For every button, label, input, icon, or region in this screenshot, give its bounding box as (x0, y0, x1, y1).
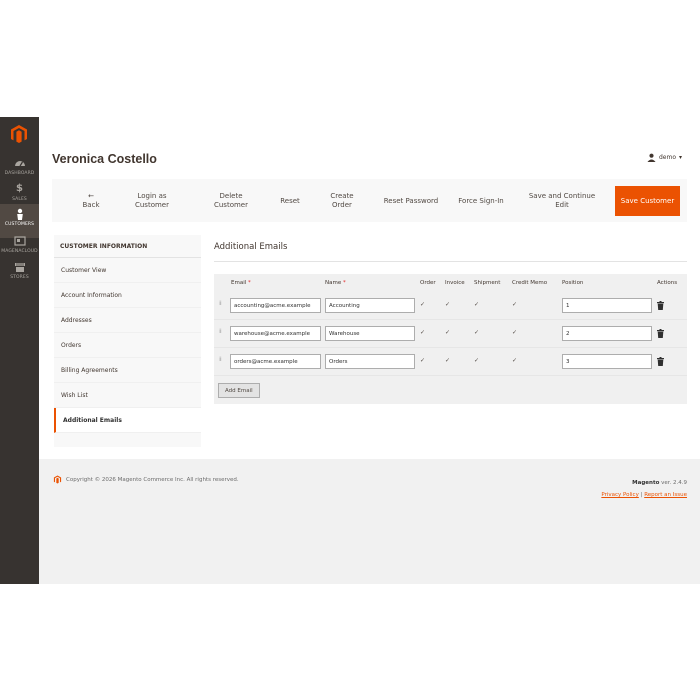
chevron-down-icon: ▾ (678, 154, 682, 161)
order-checkbox[interactable]: ✓ (420, 358, 426, 364)
create-order-button[interactable]: Create Order (322, 186, 362, 216)
col-credit-memo: Credit Memo (512, 280, 548, 286)
shipment-checkbox[interactable]: ✓ (474, 302, 480, 308)
tab-wish-list[interactable]: Wish List (54, 383, 201, 408)
col-email: Email * (231, 280, 251, 286)
copyright-text: Copyright © 2026 Magento Commerce Inc. A… (66, 476, 239, 483)
page-footer: Copyright © 2026 Magento Commerce Inc. A… (39, 459, 700, 584)
privacy-policy-link[interactable]: Privacy Policy (601, 492, 638, 498)
nav-sales-label: SALES (12, 197, 27, 202)
dollar-icon: $ (15, 183, 24, 194)
email-field[interactable]: orders@acme.example (230, 354, 321, 369)
position-field[interactable]: 2 (562, 326, 652, 341)
add-email-button[interactable]: Add Email (218, 383, 260, 398)
footer-version-links: Magento ver. 2.4.9 Privacy Policy | Repo… (601, 477, 687, 501)
tab-billing-agreements[interactable]: Billing Agreements (54, 358, 201, 383)
back-button-label: Back (82, 201, 100, 209)
additional-emails-grid: Email * Name * Order Invoice Shipment Cr… (214, 274, 687, 404)
page-title: Veronica Costello (52, 152, 157, 166)
col-actions: Actions (657, 280, 678, 286)
table-row: ⁞⁞ accounting@acme.example Accounting ✓ … (214, 292, 687, 320)
drag-handle-icon[interactable]: ⁞⁞ (219, 301, 224, 311)
shipment-checkbox[interactable]: ✓ (474, 358, 480, 364)
col-name: Name * (325, 280, 346, 286)
tab-addresses[interactable]: Addresses (54, 308, 201, 333)
grid-header: Email * Name * Order Invoice Shipment Cr… (214, 274, 687, 292)
admin-user-menu[interactable]: demo ▾ (647, 153, 682, 162)
version-line: Magento ver. 2.4.9 (601, 477, 687, 489)
version-text: ver. 2.4.9 (659, 480, 687, 486)
customer-person-icon (16, 208, 23, 220)
admin-username: demo (658, 154, 676, 161)
admin-frame: DASHBOARD $ SALES CUSTOMERS MAGENACLOUD (0, 117, 700, 584)
nav-customers-label: CUSTOMERS (4, 222, 35, 227)
back-button[interactable]: ← Back (72, 186, 110, 216)
trash-icon[interactable] (657, 301, 664, 310)
order-checkbox[interactable]: ✓ (420, 330, 426, 336)
login-as-customer-button[interactable]: Login as Customer (127, 186, 177, 216)
save-and-continue-button[interactable]: Save and Continue Edit (522, 186, 602, 216)
col-invoice: Invoice (445, 280, 465, 286)
main-area: Veronica Costello demo ▾ ← Back Login as… (39, 117, 700, 584)
cloud-icon (13, 236, 26, 246)
credit-memo-checkbox[interactable]: ✓ (512, 302, 518, 308)
position-field[interactable]: 1 (562, 298, 652, 313)
save-customer-button[interactable]: Save Customer (615, 186, 680, 216)
tab-orders[interactable]: Orders (54, 333, 201, 358)
additional-emails-section: Additional Emails Email * Name * Order I… (214, 235, 687, 404)
name-field[interactable]: Orders (325, 354, 415, 369)
drag-handle-icon[interactable]: ⁞⁞ (219, 329, 224, 339)
reset-password-button[interactable]: Reset Password (382, 186, 440, 216)
force-sign-in-button[interactable]: Force Sign-In (452, 186, 510, 216)
nav-stores-label: STORES (10, 275, 29, 280)
order-checkbox[interactable]: ✓ (420, 302, 426, 308)
shipment-checkbox[interactable]: ✓ (474, 330, 480, 336)
report-issue-link[interactable]: Report an Issue (644, 492, 687, 498)
section-title: Additional Emails (214, 235, 687, 262)
admin-sidebar: DASHBOARD $ SALES CUSTOMERS MAGENACLOUD (0, 117, 39, 584)
trash-icon[interactable] (657, 329, 664, 338)
drag-handle-icon[interactable]: ⁞⁞ (219, 357, 224, 367)
email-field[interactable]: warehouse@acme.example (230, 326, 321, 341)
email-field[interactable]: accounting@acme.example (230, 298, 321, 313)
delete-customer-button[interactable]: Delete Customer (204, 186, 258, 216)
customer-info-heading: CUSTOMER INFORMATION (54, 235, 201, 258)
credit-memo-checkbox[interactable]: ✓ (512, 358, 518, 364)
page-actions-toolbar: ← Back Login as Customer Delete Customer… (52, 179, 687, 222)
invoice-checkbox[interactable]: ✓ (445, 358, 451, 364)
nav-magenacloud-label: MAGENACLOUD (1, 249, 38, 254)
magento-logo-icon (53, 475, 62, 484)
nav-stores[interactable]: STORES (0, 257, 39, 291)
magento-logo-icon[interactable] (9, 124, 29, 144)
footer-links: Privacy Policy | Report an Issue (601, 489, 687, 501)
tab-additional-emails[interactable]: Additional Emails (54, 408, 201, 433)
trash-icon[interactable] (657, 357, 664, 366)
tab-account-information[interactable]: Account Information (54, 283, 201, 308)
invoice-checkbox[interactable]: ✓ (445, 302, 451, 308)
name-field[interactable]: Warehouse (325, 326, 415, 341)
col-order: Order (420, 280, 436, 286)
customer-info-tabs: CUSTOMER INFORMATION Customer View Accou… (54, 235, 201, 447)
invoice-checkbox[interactable]: ✓ (445, 330, 451, 336)
position-field[interactable]: 3 (562, 354, 652, 369)
dashboard-gauge-icon (14, 161, 25, 167)
brand-name: Magento (632, 480, 660, 486)
table-row: ⁞⁞ warehouse@acme.example Warehouse ✓ ✓ … (214, 320, 687, 348)
tab-customer-view[interactable]: Customer View (54, 258, 201, 283)
arrow-left-icon: ← (88, 192, 94, 200)
nav-dashboard-label: DASHBOARD (4, 171, 35, 176)
table-row: ⁞⁞ orders@acme.example Orders ✓ ✓ ✓ ✓ 3 (214, 348, 687, 376)
store-icon (14, 263, 25, 272)
name-field[interactable]: Accounting (325, 298, 415, 313)
col-position: Position (562, 280, 584, 286)
col-shipment: Shipment (474, 280, 501, 286)
credit-memo-checkbox[interactable]: ✓ (512, 330, 518, 336)
footer-copyright: Copyright © 2026 Magento Commerce Inc. A… (53, 475, 239, 484)
user-account-icon (647, 153, 656, 162)
reset-button[interactable]: Reset (270, 186, 310, 216)
